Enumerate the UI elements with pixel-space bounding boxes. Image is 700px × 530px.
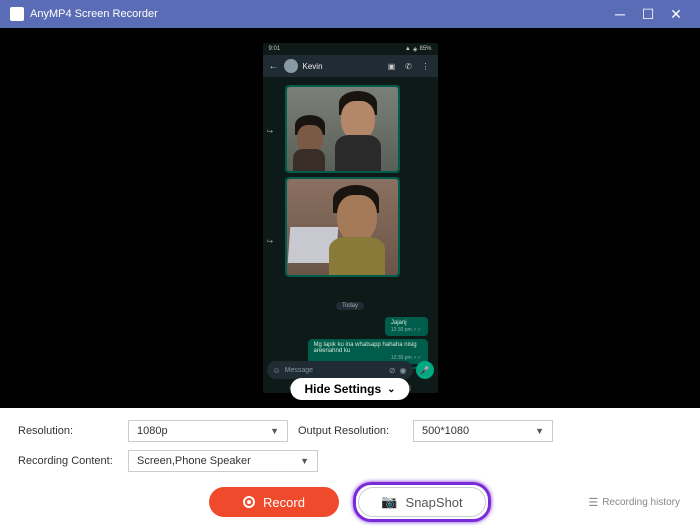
back-icon: ← <box>269 61 279 72</box>
chat-photo-message <box>285 177 400 277</box>
record-label: Record <box>263 495 305 510</box>
signal-icon: ▲ <box>405 46 411 52</box>
chat-text-message: Jajanj 12:30 pm ✓✓ <box>385 317 428 336</box>
call-icon: ✆ <box>403 62 415 71</box>
wifi-icon: ◈ <box>413 46 418 53</box>
output-resolution-label: Output Resolution: <box>298 425 403 437</box>
settings-panel: Resolution: 1080p ▼ Output Resolution: 5… <box>0 408 700 530</box>
input-placeholder: Message <box>285 367 385 374</box>
phone-status-bar: 9:01 ▲ ◈ 85% <box>263 43 438 55</box>
minimize-button[interactable]: ─ <box>606 0 634 28</box>
chevron-down-icon: ▼ <box>270 426 279 436</box>
message-input: ☺ Message ⊘ ◉ <box>267 361 413 379</box>
forward-icon: ↪ <box>267 237 274 246</box>
status-time: 9:01 <box>269 46 281 52</box>
chevron-down-icon: ▼ <box>300 456 309 466</box>
more-icon: ⋮ <box>420 62 432 71</box>
attach-icon: ⊘ <box>389 366 396 375</box>
maximize-button[interactable]: ☐ <box>634 0 662 28</box>
contact-name: Kevin <box>303 62 381 71</box>
date-pill: Today <box>336 302 364 310</box>
titlebar: AnyMP4 Screen Recorder ─ ☐ ✕ <box>0 0 700 28</box>
forward-icon: ↪ <box>267 127 274 136</box>
recording-content-label: Recording Content: <box>18 455 118 467</box>
snapshot-highlight: 📷 SnapShot <box>353 482 491 522</box>
recording-content-select[interactable]: Screen,Phone Speaker ▼ <box>128 450 318 472</box>
hide-settings-label: Hide Settings <box>304 382 381 396</box>
history-label: Recording history <box>602 497 680 508</box>
close-button[interactable]: ✕ <box>662 0 690 28</box>
mic-button: 🎤 <box>416 361 434 379</box>
list-icon: ☰ <box>588 496 598 509</box>
chevron-down-icon: ⌄ <box>387 384 395 395</box>
chat-body: ↪ ↪ Today Jajanj 12:30 <box>263 77 438 369</box>
camera-icon: ◉ <box>400 366 407 375</box>
app-title: AnyMP4 Screen Recorder <box>30 8 606 20</box>
avatar <box>284 59 298 73</box>
videocall-icon: ▣ <box>386 62 398 71</box>
app-icon <box>10 7 24 21</box>
output-resolution-select[interactable]: 500*1080 ▼ <box>413 420 553 442</box>
chevron-down-icon: ▼ <box>535 426 544 436</box>
snapshot-label: SnapShot <box>406 495 463 510</box>
preview-area: 9:01 ▲ ◈ 85% ← Kevin ▣ ✆ ⋮ ↪ <box>0 28 700 408</box>
phone-mirror: 9:01 ▲ ◈ 85% ← Kevin ▣ ✆ ⋮ ↪ <box>263 43 438 393</box>
hide-settings-button[interactable]: Hide Settings ⌄ <box>290 378 409 400</box>
emoji-icon: ☺ <box>273 366 281 375</box>
chat-photo-message <box>285 85 400 173</box>
camera-icon: 📷 <box>381 494 397 510</box>
recording-history-link[interactable]: ☰ Recording history <box>588 496 680 509</box>
chat-input-bar: ☺ Message ⊘ ◉ 🎤 <box>267 361 434 379</box>
resolution-select[interactable]: 1080p ▼ <box>128 420 288 442</box>
battery-label: 85% <box>419 46 431 52</box>
chat-header: ← Kevin ▣ ✆ ⋮ <box>263 55 438 77</box>
resolution-label: Resolution: <box>18 425 118 437</box>
record-icon <box>243 496 255 508</box>
